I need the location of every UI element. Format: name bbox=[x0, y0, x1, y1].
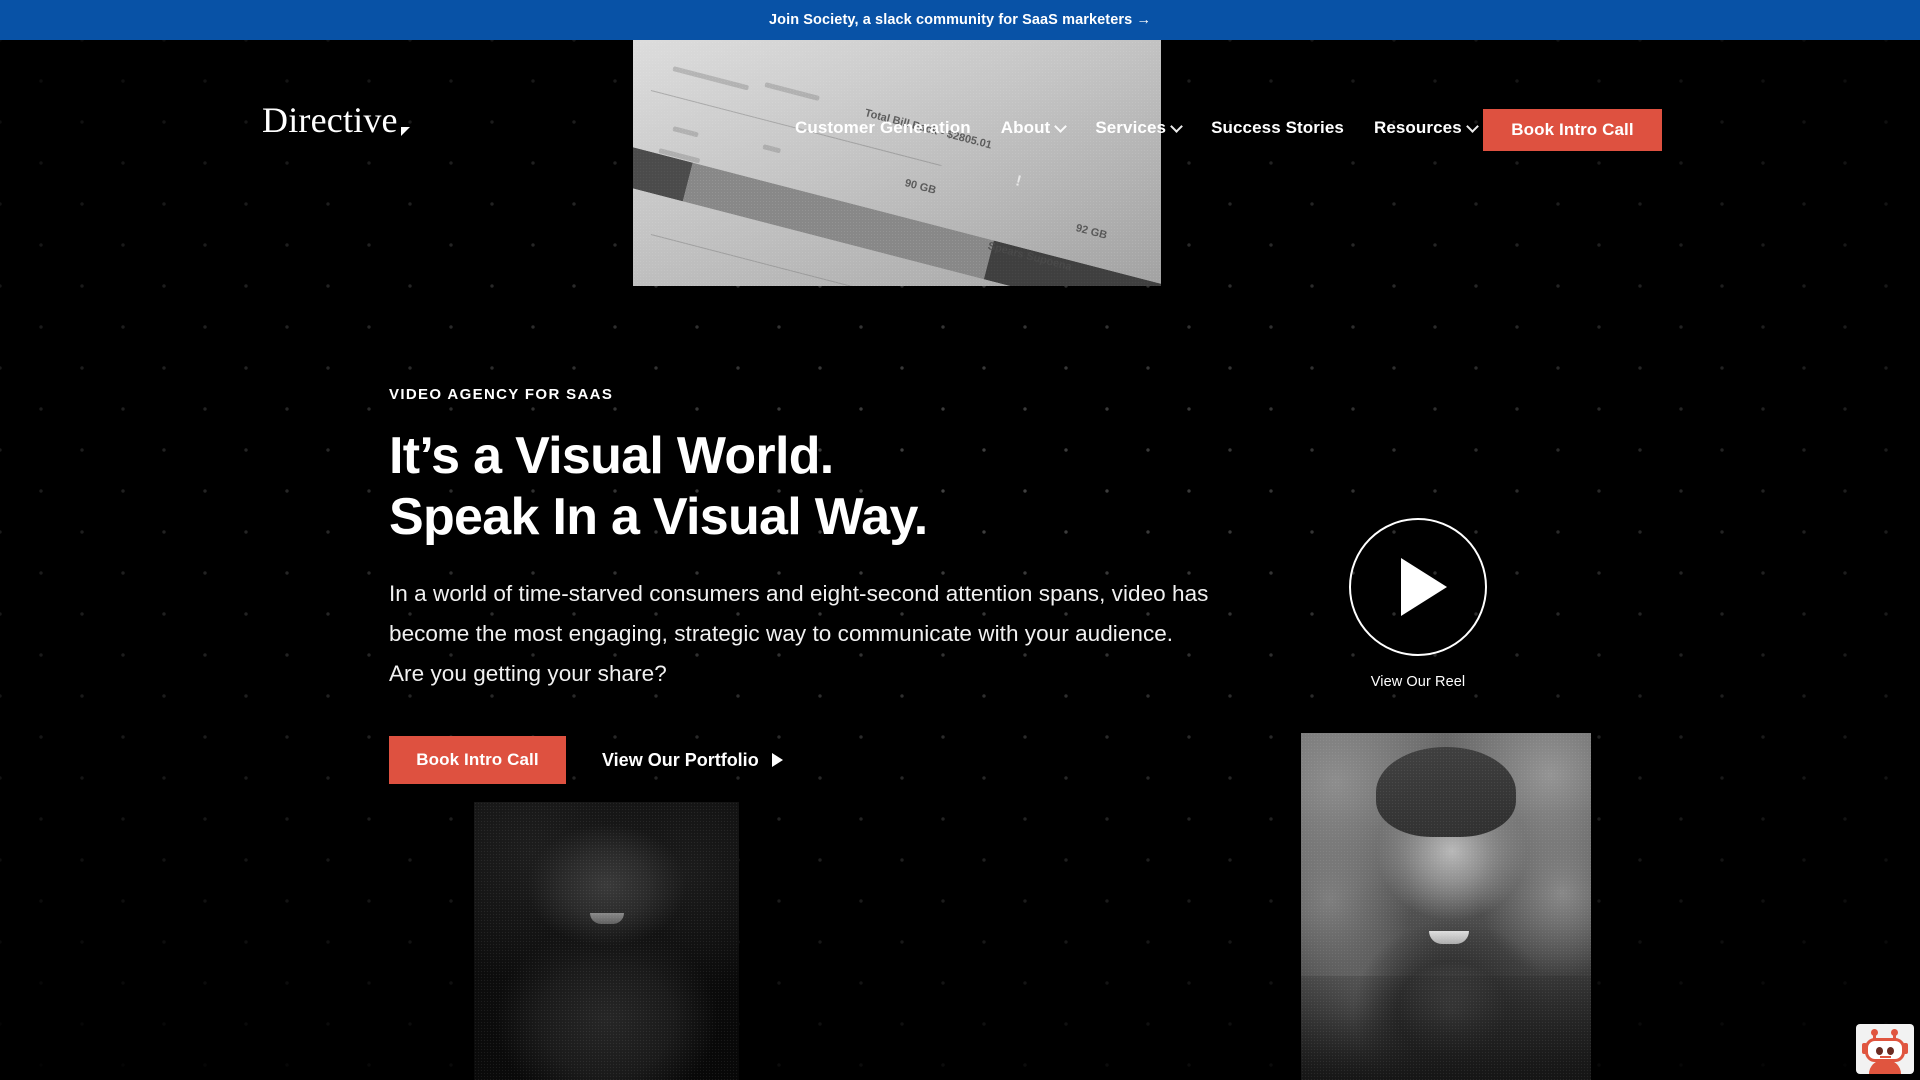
main-navigation: Directive Customer Generation About Serv… bbox=[0, 40, 1920, 151]
hero-paragraph-line-2: become the most engaging, strategic way … bbox=[389, 620, 1174, 646]
nav-item-success-stories[interactable]: Success Stories bbox=[1211, 118, 1344, 138]
nav-item-label: Success Stories bbox=[1211, 118, 1344, 137]
chevron-down-icon bbox=[1054, 119, 1068, 133]
nav-book-intro-call-button[interactable]: Book Intro Call bbox=[1483, 109, 1662, 151]
brand-logo-mark-icon bbox=[400, 127, 410, 136]
nav-links: Customer Generation About Services Succe… bbox=[795, 118, 1479, 138]
hero-headline-line-2: Speak In a Visual Way. bbox=[389, 487, 928, 546]
chat-widget-button[interactable] bbox=[1856, 1024, 1914, 1074]
play-triangle-icon bbox=[1400, 558, 1447, 616]
nav-item-label: About bbox=[1000, 118, 1051, 137]
hero-paragraph-line-1: In a world of time-starved consumers and… bbox=[389, 580, 1209, 606]
view-reel-label: View Our Reel bbox=[1370, 674, 1466, 690]
nav-item-customer-generation[interactable]: Customer Generation bbox=[795, 118, 971, 138]
chevron-down-icon bbox=[1465, 119, 1479, 133]
portrait-right-grain bbox=[1301, 733, 1591, 1080]
brand-logo-text: Directive bbox=[262, 100, 398, 140]
portrait-left bbox=[474, 802, 739, 1080]
view-reel-block: View Our Reel bbox=[1348, 518, 1488, 690]
nav-item-resources[interactable]: Resources bbox=[1373, 118, 1479, 138]
chevron-down-icon bbox=[1170, 119, 1183, 133]
portrait-right bbox=[1301, 733, 1591, 1080]
play-button[interactable] bbox=[1349, 518, 1487, 656]
hero-paragraph-line-3: Are you getting your share? bbox=[389, 661, 667, 687]
hero-headline: It’s a Visual World. Speak In a Visual W… bbox=[389, 426, 1319, 548]
hero-eyebrow: VIDEO AGENCY FOR SAAS bbox=[389, 386, 614, 403]
nav-item-label: Resources bbox=[1373, 118, 1462, 137]
hero-paragraph: In a world of time-starved consumers and… bbox=[389, 574, 1289, 695]
hero-cta-row: Book Intro Call View Our Portfolio bbox=[389, 736, 1319, 785]
robot-chat-icon bbox=[1862, 1029, 1908, 1074]
nav-item-label: Customer Generation bbox=[795, 118, 971, 137]
nav-item-label: Services bbox=[1095, 118, 1167, 137]
hero-book-intro-call-button[interactable]: Book Intro Call bbox=[389, 736, 566, 785]
portrait-left-grain bbox=[474, 802, 739, 1080]
nav-item-services[interactable]: Services bbox=[1095, 118, 1183, 138]
hero-section: VIDEO AGENCY FOR SAAS It’s a Visual Worl… bbox=[389, 386, 1319, 785]
nav-item-about[interactable]: About bbox=[1000, 118, 1068, 138]
page-root: Total Bill Back - $2805.01 90 GB 92 GB S… bbox=[0, 0, 1920, 1080]
arrow-right-icon bbox=[771, 753, 783, 768]
announcement-bar[interactable]: Join Society, a slack community for SaaS… bbox=[0, 0, 1920, 40]
hero-view-portfolio-label: View Our Portfolio bbox=[602, 749, 759, 770]
hero-headline-line-1: It’s a Visual World. bbox=[389, 427, 834, 485]
brand-logo[interactable]: Directive bbox=[262, 102, 410, 138]
announcement-link[interactable]: Join Society, a slack community for SaaS… bbox=[769, 12, 1151, 28]
hero-view-portfolio-link[interactable]: View Our Portfolio bbox=[602, 750, 783, 771]
